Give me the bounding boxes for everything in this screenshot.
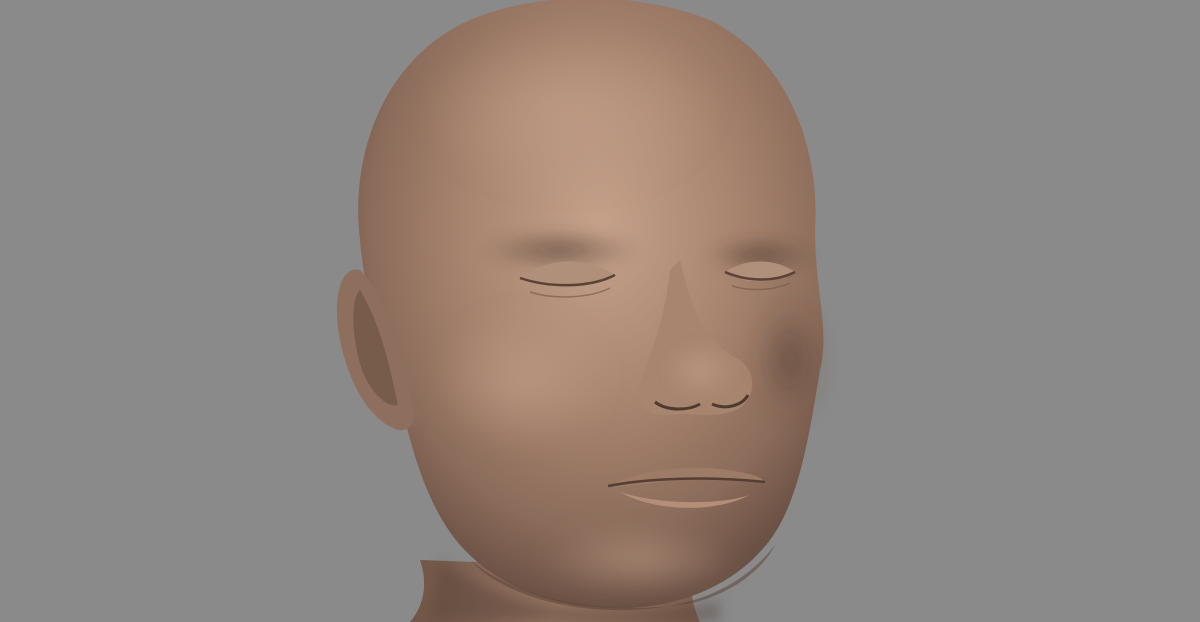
viewport-canvas[interactable] — [0, 0, 1200, 622]
sculpt-render — [0, 0, 1200, 622]
